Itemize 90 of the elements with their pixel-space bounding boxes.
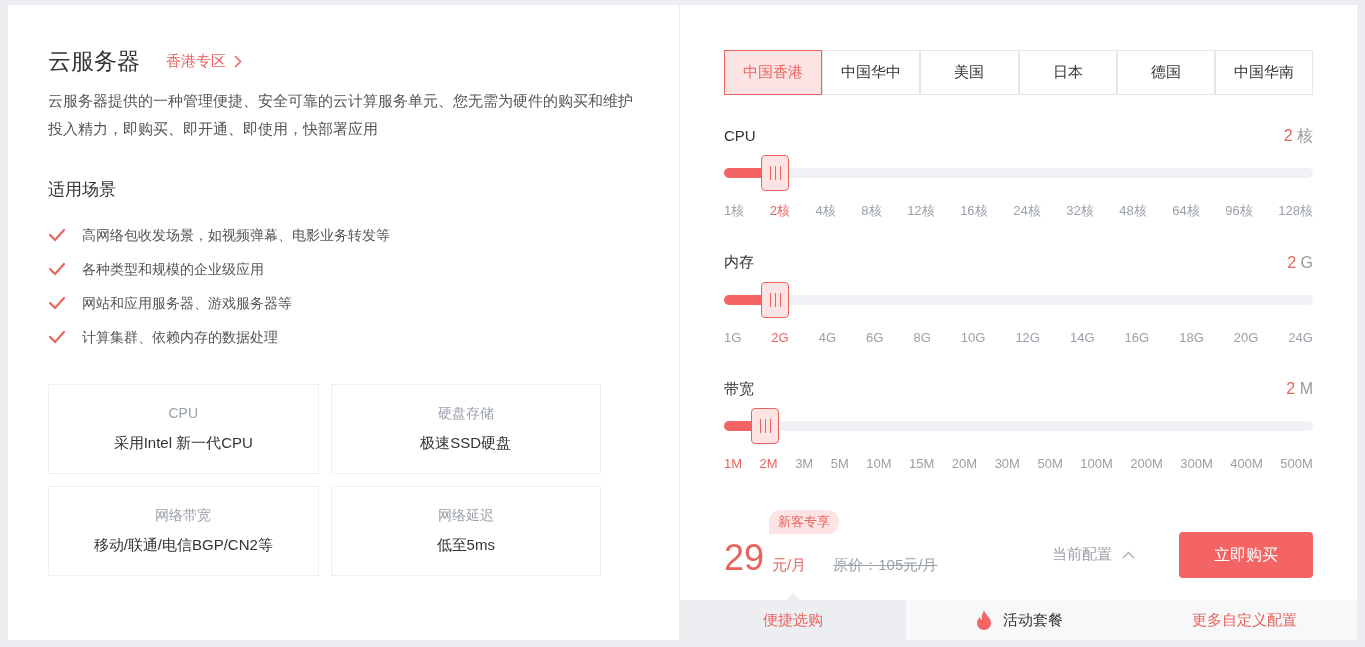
chevron-right-icon — [234, 54, 242, 68]
slider-track[interactable] — [724, 294, 1313, 305]
slider-handle[interactable] — [761, 281, 790, 318]
bottom-tab[interactable]: 更多自定义配置 — [1131, 600, 1357, 640]
tick-label[interactable]: 100M — [1080, 454, 1113, 474]
check-icon — [48, 330, 66, 344]
tick-label[interactable]: 12核 — [907, 201, 935, 221]
original-price: 原价：105元/月 — [833, 554, 938, 575]
tick-label[interactable]: 1M — [724, 454, 743, 474]
tick-label[interactable]: 6G — [866, 327, 884, 347]
tick-label[interactable]: 10G — [960, 327, 986, 347]
tick-label[interactable]: 8核 — [861, 201, 882, 221]
region-tab[interactable]: 中国香港 — [724, 50, 823, 95]
chevron-icon — [1122, 550, 1135, 559]
tick-label[interactable]: 300M — [1180, 454, 1213, 474]
tick-label[interactable]: 2核 — [769, 201, 790, 221]
tick-label[interactable]: 400M — [1230, 454, 1263, 474]
slider-value: 2 G — [1287, 252, 1313, 273]
flame-icon — [974, 609, 993, 631]
feature-label: 网络延迟 — [437, 505, 494, 525]
tick-label[interactable]: 18G — [1179, 327, 1204, 347]
tick-label[interactable]: 15M — [909, 454, 935, 474]
slider-value: 2 核 — [1283, 126, 1313, 146]
slider-track[interactable] — [724, 421, 1313, 431]
tick-label[interactable]: 128核 — [1278, 201, 1313, 221]
tick-label[interactable]: 32核 — [1066, 201, 1094, 221]
tick-label[interactable]: 64核 — [1172, 201, 1200, 221]
slider[interactable] — [724, 281, 1313, 318]
slider-handle[interactable] — [761, 155, 790, 191]
tick-label[interactable]: 16G — [1124, 327, 1150, 347]
tick-label[interactable]: 1核 — [724, 201, 745, 221]
tick-label[interactable]: 50M — [1037, 454, 1063, 474]
tick-label[interactable]: 2M — [759, 454, 778, 474]
region-tab[interactable]: 中国华中 — [822, 50, 921, 95]
tick-label[interactable]: 1G — [724, 327, 742, 347]
page-title: 云服务器 — [48, 46, 140, 76]
tick-label[interactable]: 4G — [818, 327, 837, 347]
feature-value: 极速SSD硬盘 — [420, 432, 512, 453]
slider-label: 内存 — [724, 252, 754, 273]
region-link[interactable]: 香港专区 — [166, 49, 242, 73]
tick-label[interactable]: 20G — [1233, 327, 1259, 347]
scenario-text: 高网络包收发场景，如视频弹幕、电影业务转发等 — [82, 225, 390, 245]
tick-label[interactable]: 14G — [1070, 327, 1095, 347]
scenario-text: 计算集群、依赖内存的数据处理 — [82, 327, 278, 347]
feature-label: CPU — [168, 403, 199, 423]
feature-label: 网络带宽 — [155, 505, 212, 525]
tick-label[interactable]: 24G — [1288, 327, 1313, 347]
slider-handle[interactable] — [751, 408, 780, 444]
tick-label[interactable]: 2G — [771, 327, 789, 347]
section-title: 适用场景 — [48, 179, 117, 201]
scenario-text: 网站和应用服务器、游戏服务器等 — [82, 293, 292, 313]
slider-value: 2 M — [1286, 379, 1313, 399]
feature-value: 采用Intel 新一代CPU — [113, 432, 253, 453]
region-tab[interactable]: 德国 — [1116, 50, 1215, 95]
region-tab[interactable]: 日本 — [1018, 50, 1117, 95]
feature-value: 移动/联通/电信BGP/CN2等 — [93, 534, 273, 555]
slider-label: CPU — [724, 125, 756, 146]
region-tab[interactable]: 美国 — [920, 50, 1019, 95]
tick-label[interactable]: 10M — [866, 454, 892, 474]
check-icon — [48, 262, 66, 276]
bottom-tab[interactable]: 活动套餐 — [905, 600, 1132, 640]
tick-label[interactable]: 20M — [951, 454, 978, 474]
tick-label[interactable]: 4核 — [815, 201, 836, 221]
tick-label[interactable]: 5M — [830, 454, 849, 474]
price-unit: 元/月 — [772, 554, 807, 575]
tick-label[interactable]: 48核 — [1119, 201, 1147, 221]
tick-label[interactable]: 30M — [994, 454, 1020, 474]
tick-label[interactable]: 96核 — [1225, 201, 1253, 221]
tick-label[interactable]: 3M — [795, 454, 814, 474]
tick-label[interactable]: 16核 — [960, 201, 988, 221]
tick-label[interactable]: 24核 — [1013, 201, 1041, 221]
slider[interactable] — [724, 155, 1313, 191]
tick-label[interactable]: 500M — [1280, 454, 1313, 474]
feature-value: 低至5ms — [436, 534, 495, 555]
config-toggle[interactable]: 当前配置 — [1052, 543, 1135, 566]
check-icon — [48, 228, 66, 242]
price-amount: 29 — [724, 535, 765, 580]
slider-label: 带宽 — [724, 378, 754, 399]
check-icon — [48, 296, 66, 310]
slider-track[interactable] — [724, 168, 1313, 178]
buy-button[interactable]: 立即购买 — [1179, 531, 1313, 578]
scenario-text: 各种类型和规模的企业级应用 — [82, 259, 264, 279]
promo-badge: 新客专享 — [769, 509, 839, 534]
region-tab[interactable]: 中国华南 — [1214, 50, 1314, 95]
tick-label[interactable]: 12G — [1015, 327, 1040, 347]
tick-label[interactable]: 8G — [913, 327, 931, 347]
feature-label: 硬盘存储 — [437, 403, 494, 423]
description: 云服务器提供的一种管理便捷、安全可靠的云计算服务单元、您无需为硬件的购买和维护投入精力，即购买、即开通、即使用，快部署应用 — [48, 92, 634, 139]
tick-label[interactable]: 200M — [1130, 454, 1163, 474]
slider[interactable] — [724, 408, 1313, 444]
